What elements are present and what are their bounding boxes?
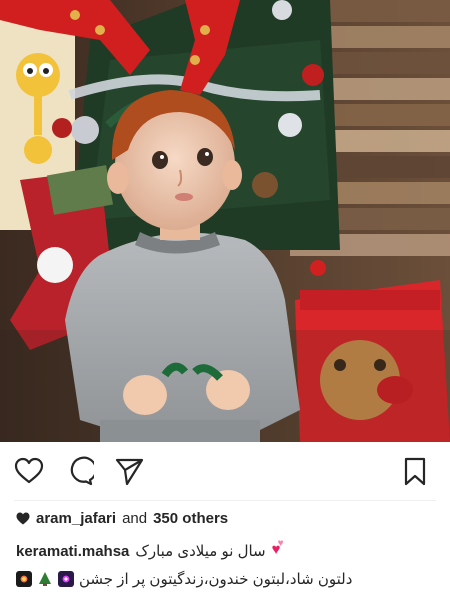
caption-text-2: دلتون شاد،لبتون خندون،زندگیتون پر از جشن (79, 571, 353, 588)
likes-summary: aram_jafari and 350 others (16, 510, 228, 527)
caption-line-2: دلتون شاد،لبتون خندون،زندگیتون پر از جشن (16, 570, 352, 588)
save-button[interactable] (400, 456, 430, 486)
post-action-bar (0, 442, 450, 500)
christmas-tree-icon (37, 571, 53, 587)
post-image (0, 0, 450, 442)
sparkler-icon (58, 571, 74, 587)
caption-text-1: سال نو میلادی مبارک (135, 543, 266, 560)
speech-bubble-icon (70, 456, 94, 486)
caption-line-1: keramati.mahsa سال نو میلادی مبارک (16, 538, 290, 560)
like-button[interactable] (14, 456, 44, 486)
heart-filled-icon (16, 512, 30, 525)
sparkling-hearts-icon (272, 538, 290, 559)
bookmark-icon (404, 457, 426, 486)
heart-outline-icon (14, 457, 44, 484)
firework-icon (16, 571, 32, 587)
comment-button[interactable] (64, 456, 94, 486)
likes-others-link[interactable]: 350 others (153, 510, 228, 527)
divider (14, 500, 436, 501)
liker-username[interactable]: aram_jafari (36, 510, 116, 527)
post-photo[interactable] (0, 0, 450, 442)
paper-plane-icon (115, 458, 144, 486)
share-button[interactable] (114, 456, 144, 486)
caption-author[interactable]: keramati.mahsa (16, 543, 129, 560)
likes-and-text: and (122, 510, 148, 527)
